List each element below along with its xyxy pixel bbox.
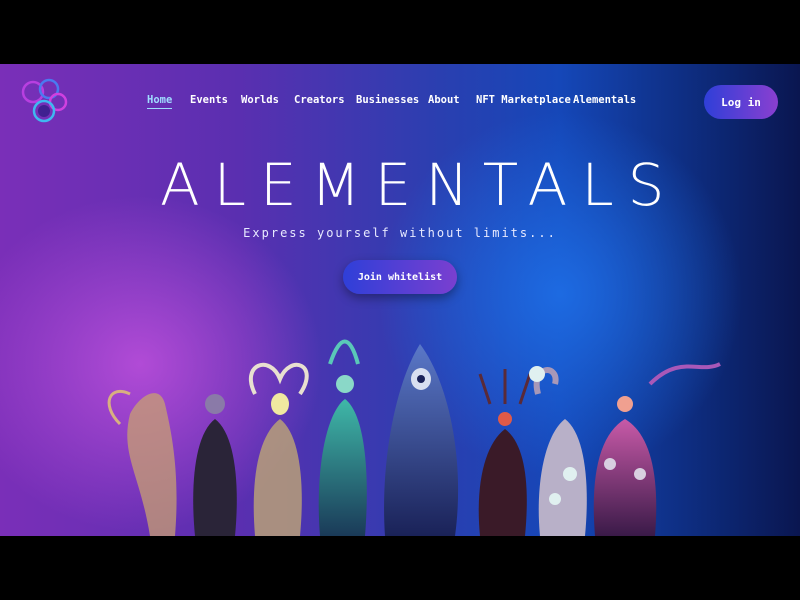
creature-3 (253, 419, 302, 536)
creature-2 (193, 419, 237, 536)
nav-alementals[interactable]: Alementals (573, 94, 636, 106)
creature-6 (478, 429, 527, 536)
creature-1 (127, 393, 177, 536)
creature-4 (318, 399, 367, 536)
creatures-illustration (107, 339, 721, 536)
hero-section: Home Events Worlds Creators Businesses A… (0, 64, 800, 536)
nav-nft-marketplace[interactable]: NFT Marketplace (476, 94, 571, 106)
nav-home[interactable]: Home (147, 94, 173, 109)
brand-wordmark: ALEMENTALS (160, 151, 679, 219)
nav-about[interactable]: About (428, 94, 460, 106)
nav-businesses[interactable]: Businesses (356, 94, 419, 106)
creature-7 (538, 419, 587, 536)
login-button[interactable]: Log in (704, 85, 778, 119)
nav-creators[interactable]: Creators (294, 94, 345, 106)
nav-worlds[interactable]: Worlds (241, 94, 279, 106)
hero-tagline: Express yourself without limits... (243, 226, 557, 240)
creature-8 (593, 419, 657, 536)
join-whitelist-button[interactable]: Join whitelist (343, 260, 457, 294)
nav-events[interactable]: Events (190, 94, 228, 106)
main-nav: Home Events Worlds Creators Businesses A… (0, 94, 800, 114)
